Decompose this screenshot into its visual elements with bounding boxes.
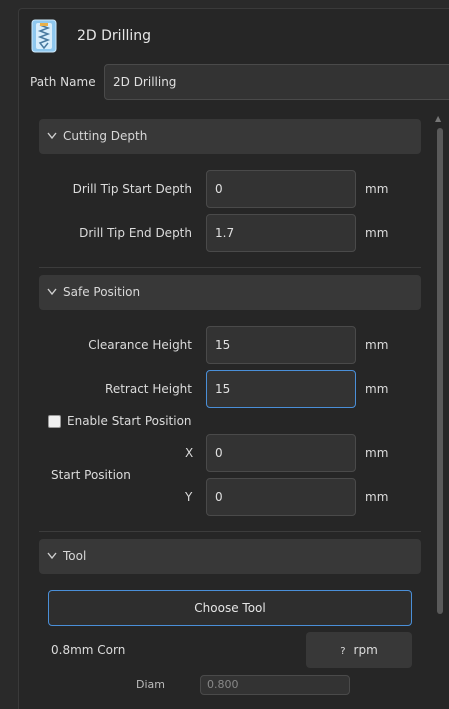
unit-label: mm bbox=[365, 490, 389, 504]
rpm-unit: rpm bbox=[353, 643, 378, 657]
start-position-label: Start Position bbox=[51, 468, 131, 482]
unit-label: mm bbox=[365, 182, 389, 196]
retract-height-input[interactable]: 15 bbox=[206, 370, 356, 408]
diameter-label: Diam bbox=[136, 678, 165, 691]
chevron-down-icon bbox=[47, 119, 57, 154]
clearance-height-input[interactable]: 15 bbox=[206, 326, 356, 364]
divider bbox=[39, 531, 421, 532]
page-title: 2D Drilling bbox=[77, 28, 151, 44]
start-x-input[interactable]: 0 bbox=[206, 434, 356, 472]
unit-label: mm bbox=[365, 382, 389, 396]
safe-position-section-header[interactable]: Safe Position bbox=[39, 275, 421, 310]
clearance-height-label: Clearance Height bbox=[88, 338, 192, 352]
chevron-down-icon bbox=[47, 539, 57, 574]
unit-label: mm bbox=[365, 446, 389, 460]
divider bbox=[39, 267, 421, 268]
diameter-input[interactable]: 0.800 bbox=[200, 675, 350, 695]
unit-label: mm bbox=[365, 226, 389, 240]
scroll-up-arrow-icon[interactable]: ▲ bbox=[435, 114, 441, 123]
drill-tip-end-depth-input[interactable]: 1.7 bbox=[206, 214, 356, 252]
rpm-value: ? bbox=[340, 646, 346, 657]
path-name-input[interactable]: 2D Drilling bbox=[104, 64, 449, 100]
section-title: Safe Position bbox=[63, 285, 141, 299]
y-label: Y bbox=[185, 490, 193, 504]
rpm-button[interactable]: ? rpm bbox=[306, 632, 412, 668]
drill-tip-end-depth-label: Drill Tip End Depth bbox=[79, 226, 192, 240]
enable-start-position-label[interactable]: Enable Start Position bbox=[67, 414, 192, 428]
drill-tip-start-depth-label: Drill Tip Start Depth bbox=[72, 182, 192, 196]
path-name-label: Path Name bbox=[30, 75, 96, 89]
choose-tool-button[interactable]: Choose Tool bbox=[48, 590, 412, 626]
drill-tool-icon bbox=[31, 19, 57, 53]
scrollbar-thumb[interactable] bbox=[437, 128, 443, 614]
x-label: X bbox=[185, 446, 194, 460]
start-y-input[interactable]: 0 bbox=[206, 478, 356, 516]
section-title: Cutting Depth bbox=[63, 129, 148, 143]
cutting-depth-section-header[interactable]: Cutting Depth bbox=[39, 119, 421, 154]
chevron-down-icon bbox=[47, 275, 57, 310]
retract-height-label: Retract Height bbox=[105, 382, 192, 396]
tool-section-header[interactable]: Tool bbox=[39, 539, 421, 574]
drill-tip-start-depth-input[interactable]: 0 bbox=[206, 170, 356, 208]
enable-start-position-checkbox[interactable] bbox=[48, 415, 61, 428]
section-title: Tool bbox=[63, 549, 87, 563]
tool-name: 0.8mm Corn bbox=[51, 643, 126, 657]
unit-label: mm bbox=[365, 338, 389, 352]
